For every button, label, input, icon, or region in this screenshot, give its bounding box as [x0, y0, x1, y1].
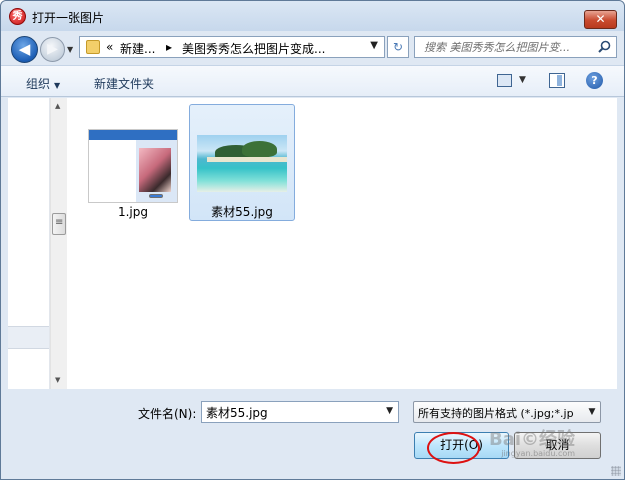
annotation-circle	[427, 432, 480, 464]
new-folder-button[interactable]: 新建文件夹	[94, 75, 154, 92]
file-name: 1.jpg	[117, 205, 149, 219]
file-list[interactable]: 1.jpg 素材55.jpg	[67, 98, 617, 389]
title-bar[interactable]: 秀 打开一张图片 ✕	[1, 1, 624, 31]
view-options-dropdown[interactable]: ▼	[519, 75, 526, 85]
address-bar[interactable]: « 新建... ▸ 美图秀秀怎么把图片变成... ▼	[79, 36, 385, 58]
folder-icon	[86, 40, 100, 54]
address-overflow[interactable]: «	[106, 40, 113, 54]
organize-caret-icon: ▼	[54, 81, 61, 90]
back-button[interactable]: ◀	[11, 36, 38, 63]
watermark-text: Bai©经验	[489, 429, 576, 450]
search-icon[interactable]	[598, 40, 611, 53]
image-thumbnail	[197, 135, 287, 192]
help-icon[interactable]: ?	[586, 72, 603, 89]
search-input[interactable]	[415, 37, 593, 57]
organize-label: 组织	[26, 77, 51, 91]
refresh-button[interactable]: ↻	[387, 36, 409, 58]
filename-label: 文件名(N):	[138, 407, 197, 421]
close-button[interactable]: ✕	[584, 10, 617, 29]
filename-combobox[interactable]: ▼	[201, 401, 399, 423]
navigation-pane-item[interactable]	[8, 326, 49, 349]
preview-pane-icon[interactable]	[549, 73, 565, 88]
scroll-up-icon[interactable]: ▲	[55, 102, 60, 110]
address-dropdown-icon[interactable]: ▼	[370, 40, 378, 51]
change-view-icon[interactable]	[497, 74, 512, 87]
filename-dropdown-icon[interactable]: ▼	[386, 406, 393, 416]
file-type-value: 所有支持的图片格式 (*.jpg;*.jp	[418, 407, 574, 420]
window-title: 打开一张图片	[32, 11, 105, 25]
navigation-scrollbar[interactable]: ▲ ▼	[50, 98, 67, 389]
breadcrumb-segment-new[interactable]: 新建...	[120, 40, 155, 57]
file-item-selected[interactable]: 素材55.jpg	[189, 104, 295, 221]
file-name: 素材55.jpg	[211, 205, 273, 219]
scroll-thumb[interactable]	[52, 213, 66, 235]
open-file-dialog: 秀 打开一张图片 ✕ ◀ ▶ ▼ « 新建... ▸ 美图秀秀怎么把图片变成..…	[0, 0, 625, 480]
navigation-pane[interactable]	[8, 98, 50, 389]
breadcrumb-segment-folder[interactable]: 美图秀秀怎么把图片变成...	[182, 40, 325, 57]
watermark-url: jingyan.baidu.com	[501, 449, 576, 458]
breadcrumb-separator-icon[interactable]: ▸	[166, 40, 172, 54]
command-bar: 组织 ▼ 新建文件夹	[1, 65, 624, 97]
scroll-down-icon[interactable]: ▼	[55, 376, 60, 384]
organize-menu[interactable]: 组织 ▼	[26, 75, 60, 92]
forward-button[interactable]: ▶	[40, 37, 65, 62]
resize-grip[interactable]	[611, 466, 621, 476]
search-box[interactable]	[414, 36, 617, 58]
image-thumbnail	[88, 129, 178, 203]
file-item[interactable]: 1.jpg	[67, 104, 199, 224]
file-type-dropdown-icon[interactable]: ▼	[584, 402, 600, 422]
meitu-app-icon: 秀	[9, 8, 26, 25]
recent-locations-dropdown[interactable]: ▼	[67, 45, 73, 54]
filename-input[interactable]	[202, 402, 382, 422]
file-type-filter[interactable]: 所有支持的图片格式 (*.jpg;*.jp ▼	[413, 401, 601, 423]
baidu-watermark: Bai©经验 jingyan.baidu.com	[489, 425, 575, 458]
